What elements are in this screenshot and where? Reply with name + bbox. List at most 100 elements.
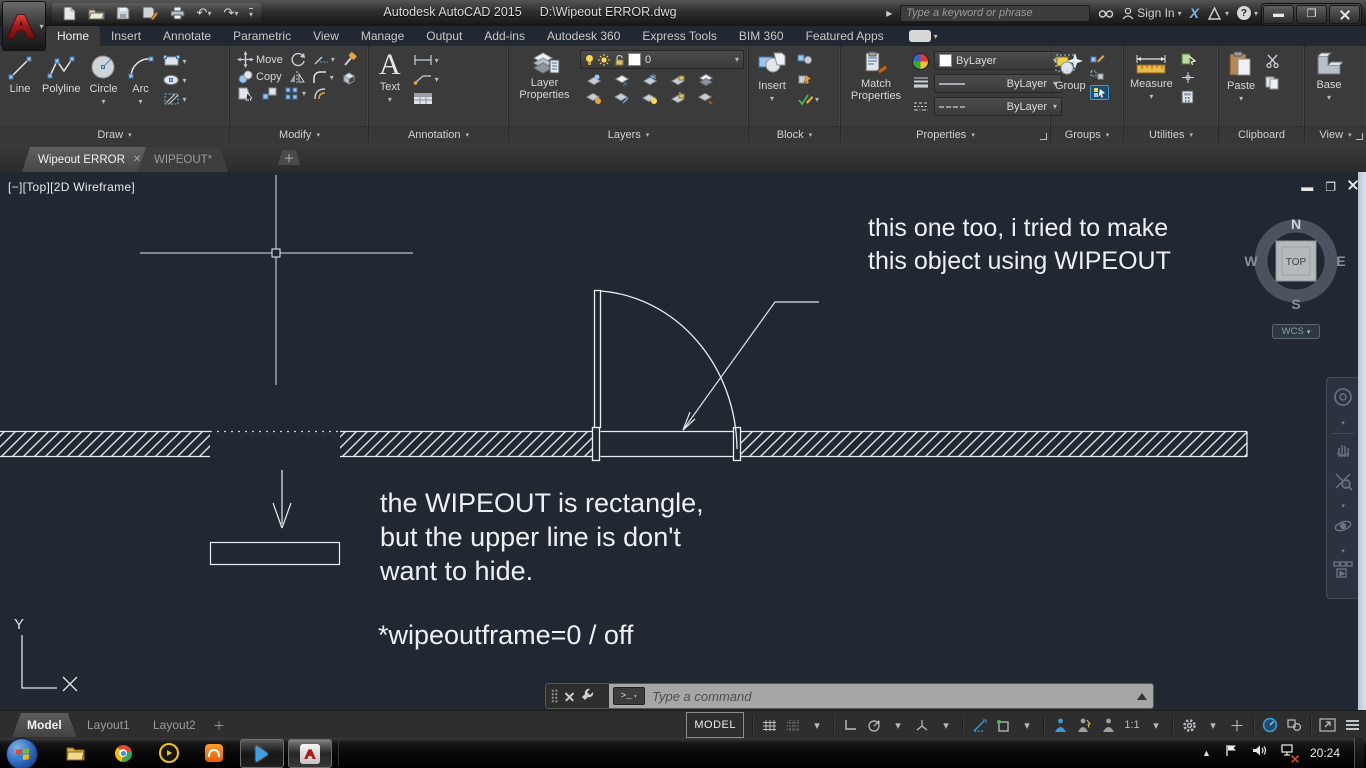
panel-annotation-footer[interactable]: Annotation ▾	[369, 126, 508, 143]
tab-express-tools[interactable]: Express Tools	[631, 26, 727, 46]
copy-button[interactable]: Copy	[237, 69, 282, 85]
command-history-expand-icon[interactable]	[1137, 692, 1147, 700]
offset-icon[interactable]	[313, 86, 329, 101]
zoom-extents-icon[interactable]	[1333, 471, 1353, 496]
file-tab-wipeout-error[interactable]: Wipeout ERROR ✕	[22, 147, 157, 172]
group-edit-icon[interactable]	[1090, 53, 1109, 65]
create-block-icon[interactable]	[797, 73, 819, 86]
command-input-area[interactable]: >_ ▾	[609, 684, 1153, 708]
undo-button[interactable]: ↶ ▾	[195, 5, 213, 21]
tab-parametric[interactable]: Parametric	[222, 26, 302, 46]
annotation-scale-value[interactable]: 1:1	[1124, 715, 1140, 735]
leader-button[interactable]: ▾	[413, 73, 439, 85]
close-button[interactable]	[1329, 5, 1360, 24]
showmotion-icon[interactable]	[1333, 561, 1353, 584]
tab-add-ins[interactable]: Add-ins	[473, 26, 536, 46]
layout2-tab[interactable]: Layout2	[138, 713, 211, 737]
customization-plus-icon[interactable]: ＋	[1229, 715, 1245, 735]
snap-dropdown-icon[interactable]: ▾	[809, 715, 825, 735]
mirror-icon[interactable]	[289, 70, 305, 84]
grid-display-icon[interactable]	[761, 715, 777, 735]
line-button[interactable]: Line	[6, 52, 34, 95]
panel-groups-footer[interactable]: Groups ▾	[1051, 126, 1123, 143]
trim-button[interactable]: ▾	[313, 54, 335, 66]
circle-button[interactable]: Circle ▾	[89, 52, 119, 108]
array-button[interactable]: ▾	[284, 86, 306, 101]
volume-icon[interactable]	[1252, 744, 1267, 762]
workspace-dropdown-icon[interactable]: ▾	[1205, 715, 1221, 735]
search-collapse-icon[interactable]: ▸	[886, 6, 892, 20]
osnap-tracking-icon[interactable]	[971, 715, 987, 735]
command-input[interactable]	[650, 687, 1132, 705]
file-tab-wipeout[interactable]: WIPEOUT*	[138, 147, 228, 172]
save-icon[interactable]	[114, 5, 132, 21]
help-dropdown-icon[interactable]: ▾	[1254, 9, 1258, 18]
model-space-toggle[interactable]: MODEL	[686, 712, 744, 738]
layer-previous-icon[interactable]	[614, 91, 630, 105]
quick-select-icon[interactable]	[1181, 52, 1196, 65]
annotation-visibility-icon[interactable]	[1052, 715, 1068, 735]
scale-dropdown-icon[interactable]: ▾	[1148, 715, 1164, 735]
group-button[interactable]: Group	[1055, 51, 1086, 92]
command-bar-close-icon[interactable]	[565, 691, 574, 701]
drawing-canvas[interactable]: Y [−][Top][2D Wireframe] ▬ ❐ this one to…	[0, 172, 1366, 710]
object-color-combo[interactable]: ByLayer ▾	[934, 51, 1062, 70]
autodesk360-icon[interactable]: ▾	[1207, 6, 1229, 20]
command-bar-grip[interactable]	[551, 689, 558, 703]
drawing-restore-icon[interactable]: ❐	[1325, 180, 1336, 194]
zoom-dropdown-icon[interactable]: ▾	[1341, 502, 1345, 510]
tab-bim360[interactable]: BIM 360	[728, 26, 795, 46]
clock[interactable]: 20:24	[1310, 746, 1340, 760]
isolate-objects-icon[interactable]	[1286, 715, 1302, 735]
navigation-wheel-icon[interactable]	[1332, 386, 1354, 413]
sign-in-button[interactable]: Sign In ▾	[1122, 6, 1182, 20]
model-tab[interactable]: Model	[12, 713, 77, 737]
action-center-icon[interactable]	[1225, 744, 1238, 762]
wcs-selector[interactable]: WCS ▾	[1272, 324, 1320, 339]
file-tab-close-icon[interactable]: ✕	[133, 154, 141, 165]
edit-attribute-icon[interactable]	[797, 53, 819, 66]
explode-icon[interactable]	[341, 70, 357, 85]
uc-browser-icon[interactable]	[203, 742, 225, 764]
group-selection-toggle[interactable]	[1089, 85, 1109, 100]
orbit-dropdown-icon[interactable]: ▾	[1341, 547, 1345, 555]
panel-draw-footer[interactable]: Draw ▾	[0, 126, 229, 143]
polyline-button[interactable]: Polyline	[42, 52, 81, 95]
open-file-icon[interactable]	[87, 5, 105, 21]
ribbon-display-toggle[interactable]: ▾	[908, 26, 938, 46]
layer-select-combo[interactable]: 0 ▾	[580, 50, 744, 69]
properties-dialog-launcher[interactable]	[1040, 133, 1047, 140]
layer-match-icon[interactable]	[586, 91, 602, 105]
annotation-autoscale-icon[interactable]	[1076, 715, 1092, 735]
redo-button[interactable]: ↷ ▾	[222, 5, 240, 21]
ellipse-button[interactable]: ▾	[163, 74, 187, 86]
command-customize-icon[interactable]	[581, 687, 595, 706]
chrome-icon[interactable]	[112, 742, 134, 764]
tab-view[interactable]: View	[302, 26, 350, 46]
command-bar-handle[interactable]	[546, 684, 609, 708]
layer-state-icon[interactable]	[698, 91, 714, 105]
viewport-controls[interactable]: [−][Top][2D Wireframe]	[8, 180, 135, 194]
autocad-taskbar-button[interactable]	[288, 739, 332, 768]
hardware-acceleration-icon[interactable]	[1262, 715, 1278, 735]
polar-tracking-icon[interactable]	[866, 715, 882, 735]
new-layout-button[interactable]: ＋	[204, 713, 234, 737]
minimize-button[interactable]: ▬	[1263, 5, 1294, 24]
help-button[interactable]: ? ▾	[1236, 6, 1258, 20]
linetype-icon[interactable]	[913, 98, 929, 116]
tray-expand-icon[interactable]: ▲	[1202, 748, 1211, 758]
lineweight-icon[interactable]	[913, 75, 929, 93]
stretch-icon[interactable]	[237, 86, 254, 101]
autodesk360-dropdown-icon[interactable]: ▾	[1225, 9, 1229, 18]
tab-featured-apps[interactable]: Featured Apps	[795, 26, 895, 46]
workspace-gear-icon[interactable]	[1181, 715, 1197, 735]
layer-properties-button[interactable]: Layer Properties	[515, 50, 574, 101]
plot-icon[interactable]	[168, 5, 186, 21]
ortho-icon[interactable]	[842, 715, 858, 735]
id-point-icon[interactable]	[1181, 71, 1196, 84]
show-desktop-button[interactable]	[1354, 738, 1364, 768]
explorer-icon[interactable]	[64, 742, 86, 764]
tab-home[interactable]: Home	[46, 26, 101, 46]
osnap-dropdown-icon[interactable]: ▾	[1019, 715, 1035, 735]
polar-dropdown-icon[interactable]: ▾	[890, 715, 906, 735]
